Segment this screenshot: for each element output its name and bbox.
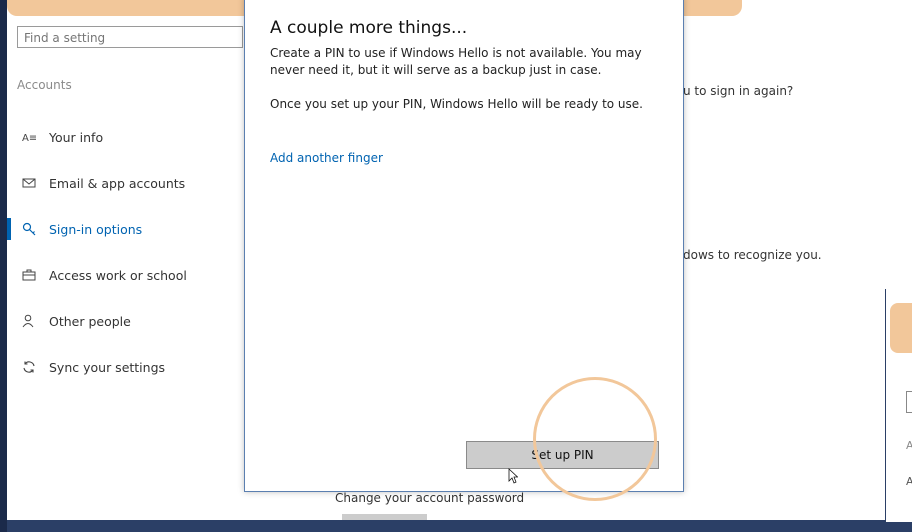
sidebar-item-label: Other people <box>49 313 131 329</box>
secondary-input <box>906 391 912 413</box>
svg-text:A≡: A≡ <box>22 133 36 144</box>
recognize-text: dows to recognize you. <box>683 248 822 262</box>
add-another-finger-link[interactable]: Add another finger <box>270 151 383 165</box>
secondary-window: A A <box>885 289 912 532</box>
mail-icon <box>21 175 37 191</box>
accounts-heading: Accounts <box>17 78 72 92</box>
sync-icon <box>21 359 37 375</box>
search-box[interactable] <box>17 26 243 48</box>
secondary-frame-bottom <box>886 522 912 532</box>
dialog-title: A couple more things... <box>270 18 468 38</box>
key-icon <box>21 221 37 237</box>
search-input[interactable] <box>18 28 242 48</box>
secondary-highlight-banner <box>890 303 912 353</box>
screen: Accounts A≡ Your info Email & app accoun… <box>0 0 912 532</box>
sidebar-item-email-accounts[interactable]: Email & app accounts <box>7 160 247 206</box>
sidebar-item-work-school[interactable]: Access work or school <box>7 252 247 298</box>
secondary-text-b: A <box>906 475 912 488</box>
windows-hello-dialog: A couple more things... Create a PIN to … <box>244 0 684 492</box>
sidebar-item-other-people[interactable]: Other people <box>7 298 247 344</box>
sidebar-item-sync-settings[interactable]: Sync your settings <box>7 344 247 390</box>
person-card-icon: A≡ <box>21 129 37 145</box>
sidebar-item-label: Email & app accounts <box>49 175 186 191</box>
sidebar-item-your-info[interactable]: A≡ Your info <box>7 114 247 160</box>
sidebar-item-label: Access work or school <box>49 267 187 283</box>
window-frame-bottom <box>7 520 885 532</box>
sidebar-item-label: Sync your settings <box>49 359 166 375</box>
mouse-cursor-icon <box>508 468 519 488</box>
set-up-pin-button[interactable]: Set up PIN <box>466 441 659 469</box>
change-password-text: Change your account password <box>335 491 525 505</box>
sign-in-again-text: u to sign in again? <box>683 84 794 98</box>
dialog-paragraph-pin: Create a PIN to use if Windows Hello is … <box>270 46 642 77</box>
secondary-text-a: A <box>906 439 912 452</box>
desktop-edge <box>0 0 7 532</box>
dialog-paragraph-ready: Once you set up your PIN, Windows Hello … <box>270 97 643 111</box>
person-icon <box>21 313 37 329</box>
sidebar-item-label: Your info <box>49 129 104 145</box>
sidebar-item-sign-in-options[interactable]: Sign-in options <box>7 206 247 252</box>
sidebar-nav: A≡ Your info Email & app accounts Sign-i… <box>7 114 247 390</box>
briefcase-icon <box>21 267 37 283</box>
sidebar-item-label: Sign-in options <box>49 221 143 237</box>
